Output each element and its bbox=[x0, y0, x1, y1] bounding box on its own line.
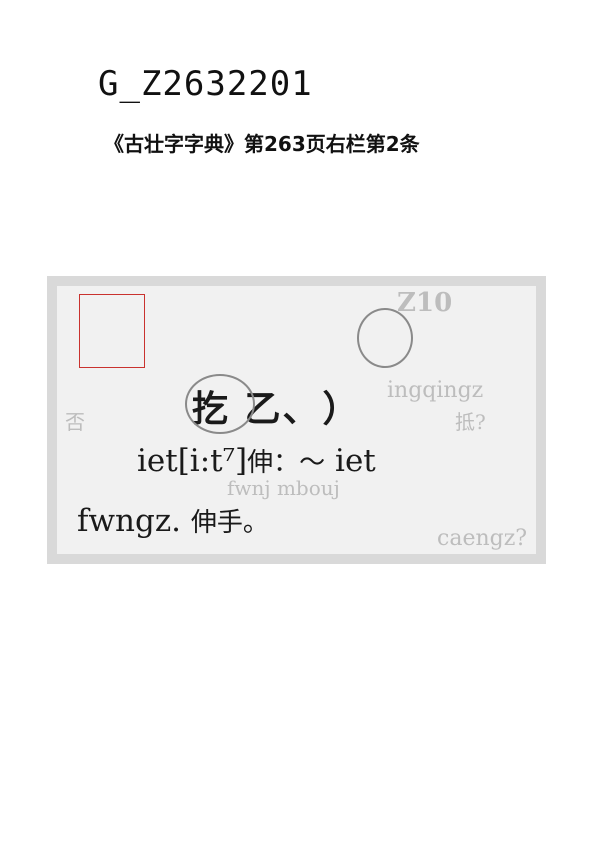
headword-box: 𰂀 bbox=[79, 294, 145, 368]
bleed-text: 否 bbox=[65, 406, 85, 435]
scan-page: Z10 ingqingz fwnj mbouj caengz? 否 抵? 𰂀 （… bbox=[57, 286, 536, 554]
bleed-text: caengz? bbox=[437, 526, 527, 551]
bleed-text: fwnj mbouj bbox=[227, 476, 340, 500]
source-reference: 《古壮字字典》第263页右栏第2条 bbox=[104, 128, 420, 157]
gloss: 伸：～ bbox=[247, 448, 325, 478]
example-line: fwngz. 伸手。 bbox=[77, 502, 269, 539]
variant-forms-line-1: （𰃉、𰂁、𰂂、扢、 bbox=[157, 316, 175, 358]
bleed-text: Z10 bbox=[397, 288, 452, 318]
dictionary-scan-image: Z10 ingqingz fwnj mbouj caengz? 否 抵? 𰂀 （… bbox=[47, 276, 546, 564]
bleed-text: ingqingz bbox=[387, 378, 483, 403]
pronunciation: iet[i:t⁷] bbox=[137, 443, 247, 479]
pencil-circle-mark bbox=[357, 308, 413, 368]
glyph-code-line: G_Z2632201 𰂀 bbox=[98, 62, 339, 106]
pronunciation-line: iet[i:t⁷]伸：～𰂄。 iet bbox=[137, 442, 376, 479]
example-word: iet bbox=[335, 443, 376, 479]
bleed-text: 抵? bbox=[455, 406, 486, 435]
example-gloss: 伸手。 bbox=[191, 508, 269, 538]
pencil-circle-mark bbox=[185, 374, 255, 434]
glyph-code: G_Z2632201 bbox=[98, 64, 313, 104]
example-text: fwngz. bbox=[77, 503, 181, 539]
